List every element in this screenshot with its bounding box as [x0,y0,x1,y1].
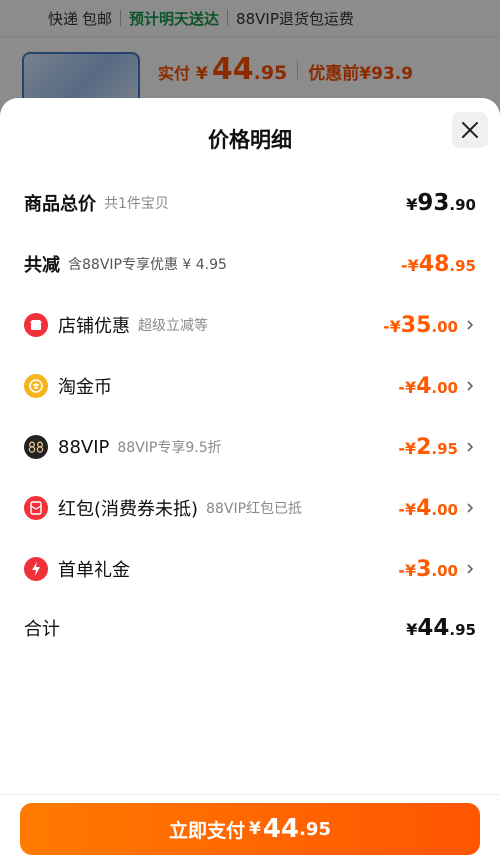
row-grand-total: 合计 ¥ 44 .95 [24,608,476,648]
row-amount: -¥ 3 .00 [398,557,458,582]
amount-int: 93 [417,190,450,216]
vip88-icon [24,435,48,459]
amount-int: 4 [416,495,432,521]
row-amount: -¥ 48 .95 [401,252,476,277]
price-detail-sheet: 价格明细 商品总价 共1件宝贝 ¥ 93 .90 共减 含88VIP专享优惠 ¥… [0,98,500,860]
amount-sign: -¥ [398,560,417,580]
row-taobao-coins[interactable]: 淘金币 -¥ 4 .00 [24,366,476,406]
amount-int: 35 [400,312,432,338]
row-label: 红包(消费券未抵) [58,499,199,520]
coin-icon [24,374,48,398]
amount-int: 44 [417,615,450,641]
amount-dec: .00 [431,561,458,580]
row-sub: 超级立减等 [138,318,208,334]
row-sub: 88VIP红包已抵 [206,501,303,517]
row-label: 店铺优惠 [58,316,130,337]
row-label: 首单礼金 [58,560,130,581]
close-icon [462,122,478,138]
pay-dec: .95 [299,818,331,840]
row-store-discount[interactable]: 店铺优惠 超级立减等 -¥ 35 .00 [24,305,476,345]
row-sub: 88VIP专享9.5折 [117,440,222,456]
chevron-right-icon [467,320,474,330]
amount-sign: ¥ [406,195,418,214]
pay-now-button[interactable]: 立即支付 ¥ 44 .95 [20,803,480,855]
row-label: 淘金币 [58,377,112,398]
row-label: 合计 [24,619,60,640]
amount-dec: .00 [431,317,458,336]
row-sub: 共1件宝贝 [104,196,169,212]
row-amount: -¥ 4 .00 [398,496,458,521]
amount-sign: -¥ [383,316,401,336]
row-first-order-gift[interactable]: 首单礼金 -¥ 3 .00 [24,549,476,589]
row-amount: ¥ 44 .95 [406,615,476,641]
amount-dec: .90 [449,196,476,214]
amount-int: 4 [416,373,432,399]
row-red-envelope[interactable]: 红包(消费券未抵) 88VIP红包已抵 -¥ 4 .00 [24,488,476,528]
row-amount: -¥ 35 .00 [383,313,458,338]
row-amount: -¥ 2 .95 [398,435,458,460]
amount-sign: -¥ [398,438,417,458]
lightning-icon [24,557,48,581]
row-88vip[interactable]: 88VIP 88VIP专享9.5折 -¥ 2 .95 [24,427,476,467]
row-label: 商品总价 [24,194,96,215]
row-amount: -¥ 4 .00 [398,374,458,399]
sheet-title: 价格明细 [208,128,292,152]
store-icon [24,313,48,337]
amount-int: 2 [416,434,432,460]
pay-label: 立即支付 [169,819,246,842]
chevron-right-icon [467,381,474,391]
amount-sign: -¥ [398,499,417,519]
pay-int: 44 [262,814,300,844]
amount-dec: .95 [449,621,476,639]
pay-currency: ¥ [249,819,261,839]
chevron-right-icon [467,564,474,574]
row-sub: 含88VIP专享优惠 ¥ 4.95 [68,257,227,273]
amount-dec: .95 [449,256,476,275]
amount-sign: ¥ [406,620,418,639]
close-button[interactable] [452,112,488,148]
amount-dec: .00 [431,500,458,519]
red-envelope-icon [24,496,48,520]
row-total-price: 商品总价 共1件宝贝 ¥ 93 .90 [24,183,476,223]
amount-sign: -¥ [398,377,417,397]
amount-dec: .95 [431,439,458,458]
row-amount: ¥ 93 .90 [406,190,476,216]
chevron-right-icon [467,503,474,513]
amount-sign: -¥ [401,255,419,275]
amount-dec: .00 [431,378,458,397]
row-label: 88VIP [58,436,110,458]
row-total-discount: 共减 含88VIP专享优惠 ¥ 4.95 -¥ 48 .95 [24,244,476,284]
amount-int: 3 [416,556,432,582]
row-label: 共减 [24,255,60,276]
bottom-pay-bar: 立即支付 ¥ 44 .95 [0,794,500,860]
chevron-right-icon [467,442,474,452]
amount-int: 48 [418,251,450,277]
